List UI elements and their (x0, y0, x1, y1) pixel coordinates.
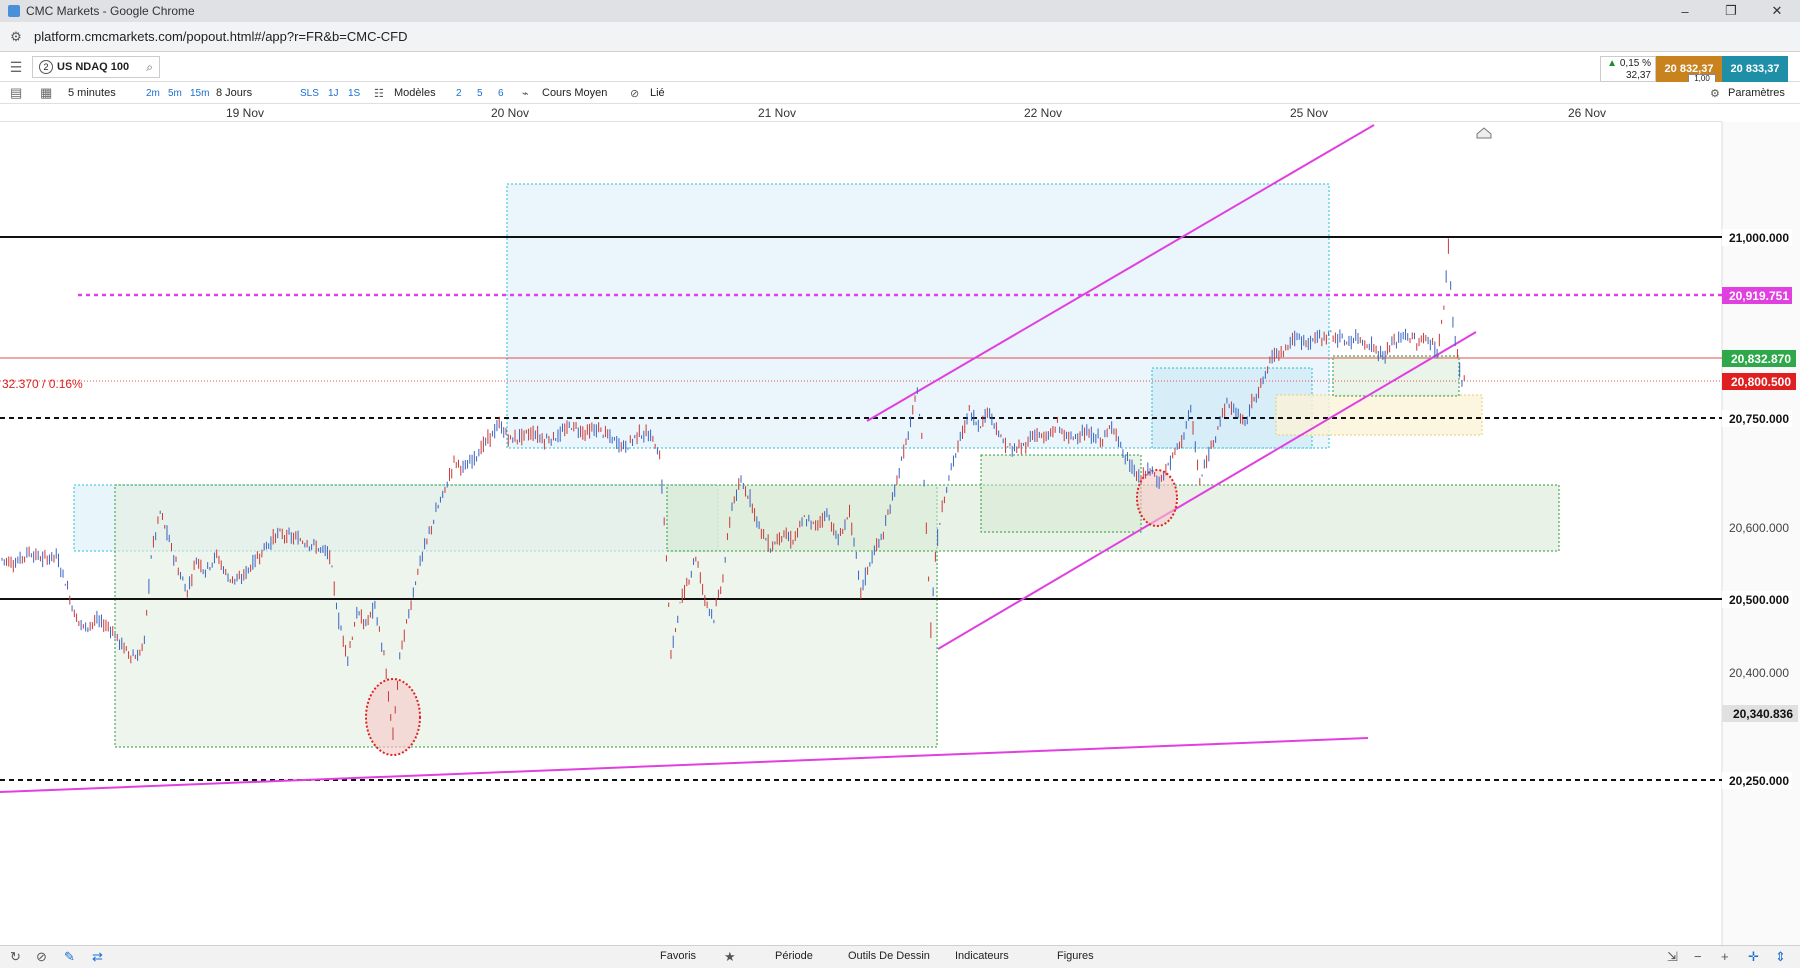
zoom-in-icon[interactable]: + (1721, 949, 1729, 964)
instrument-symbol: US NDAQ 100 (57, 61, 130, 73)
linked-toggle[interactable]: Lié (650, 82, 665, 104)
crosshair-tool-icon[interactable]: ⇲ (1667, 949, 1678, 965)
date-label: 22 Nov (1023, 106, 1063, 120)
price-chart[interactable]: 32.370 / 0.16% 21,000.000 20,919.751 20,… (0, 122, 1800, 945)
chrome-app-icon (8, 5, 20, 17)
window-controls: – ❐ ✕ (1662, 0, 1800, 22)
templates-button[interactable]: Modèles (394, 82, 436, 104)
tab-indicateurs[interactable]: Indicateurs (955, 950, 1009, 962)
bottom-toolbar: ↻ ⊘ ✎ ⇄ Favoris ★ Période Outils De Dess… (0, 945, 1800, 968)
window-titlebar: CMC Markets - Google Chrome – ❐ ✕ (0, 0, 1800, 22)
fit-icon[interactable]: ⇕ (1775, 949, 1786, 965)
zoom-out-icon[interactable]: − (1694, 949, 1702, 964)
address-bar[interactable]: ⚙ platform.cmcmarkets.com/popout.html#/a… (0, 22, 1800, 52)
star-icon[interactable]: ★ (724, 949, 736, 965)
price-type-icon[interactable]: ⌁ (522, 82, 529, 104)
search-icon[interactable]: ⌕ (146, 60, 153, 75)
date-label: 26 Nov (1567, 106, 1607, 120)
restore-icon[interactable]: ❐ (1708, 0, 1754, 22)
tab-favoris[interactable]: Favoris (660, 950, 696, 962)
layout-6[interactable]: 6 (498, 82, 504, 104)
list-view-icon[interactable]: ▤ (10, 82, 22, 104)
date-label: 21 Nov (757, 106, 797, 120)
instrument-selector[interactable]: 2 US NDAQ 100 ⌕ (32, 56, 160, 78)
url-text[interactable]: platform.cmcmarkets.com/popout.html#/app… (34, 29, 408, 44)
crosshair-icon[interactable]: ✛ (1748, 949, 1759, 965)
pencil-icon[interactable]: ✎ (64, 949, 75, 965)
instrument-badge: 2 (39, 60, 53, 74)
layout-5[interactable]: 5 (477, 82, 483, 104)
tab-figures[interactable]: Figures (1057, 950, 1094, 962)
zone-green-top (1332, 355, 1460, 397)
change-annotation: 32.370 / 0.16% (2, 377, 83, 391)
instrument-toolbar: ☰ 2 US NDAQ 100 ⌕ (0, 52, 1800, 82)
change-pct: 0,15 % (1619, 58, 1651, 69)
range-sls[interactable]: SLS (300, 82, 319, 104)
range-select[interactable]: 8 Jours (216, 82, 252, 104)
low-highlight-ellipse (365, 678, 421, 756)
interval-15m[interactable]: 15m (190, 82, 209, 104)
range-1s[interactable]: 1S (348, 82, 360, 104)
layout-2[interactable]: 2 (456, 82, 462, 104)
tab-outils-de-dessin[interactable]: Outils De Dessin (848, 950, 930, 962)
price-label-21000: 21,000.000 (1729, 231, 1789, 245)
zone-yellow (1275, 394, 1483, 436)
clear-icon[interactable]: ⊘ (36, 949, 47, 965)
swap-icon[interactable]: ⇄ (92, 949, 103, 965)
close-icon[interactable]: ✕ (1754, 0, 1800, 22)
price-label-current: 20,832.870 (1731, 352, 1791, 366)
window-title: CMC Markets - Google Chrome (26, 4, 195, 18)
price-tick-20400: 20,400.000 (1729, 666, 1789, 680)
refresh-icon[interactable]: ↻ (10, 949, 21, 965)
price-label-20750: 20,750.000 (1729, 412, 1789, 426)
price-type-select[interactable]: Cours Moyen (542, 82, 607, 104)
price-label-20340: 20,340.836 (1733, 707, 1793, 721)
price-label-20250: 20,250.000 (1729, 774, 1789, 788)
date-label: 20 Nov (490, 106, 530, 120)
date-label: 19 Nov (225, 106, 265, 120)
minimize-icon[interactable]: – (1662, 0, 1708, 22)
price-change: ▲ 0,15 % 32,37 (1600, 56, 1656, 82)
chart-canvas[interactable]: 32.370 / 0.16% 21,000.000 20,919.751 20,… (0, 122, 1800, 945)
date-label: 25 Nov (1289, 106, 1329, 120)
layout-grid-icon[interactable]: ▦ (40, 82, 52, 104)
templates-icon[interactable]: ☷ (374, 82, 384, 104)
interval-2m[interactable]: 2m (146, 82, 160, 104)
up-arrow-icon: ▲ (1607, 58, 1618, 69)
change-abs: 32,37 (1625, 70, 1651, 81)
hamburger-menu-icon[interactable]: ☰ (6, 58, 26, 76)
price-tick-20600: 20,600.000 (1729, 521, 1789, 535)
range-1j[interactable]: 1J (328, 82, 339, 104)
date-axis: 19 Nov 20 Nov 21 Nov 22 Nov 25 Nov 26 No… (0, 104, 1722, 122)
price-label-reference: 20,800.500 (1731, 375, 1791, 389)
buy-price-button[interactable]: 20 833,37 (1722, 56, 1788, 82)
interval-5m[interactable]: 5m (168, 82, 182, 104)
site-settings-icon[interactable]: ⚙ (4, 29, 28, 45)
chart-toolbar: ▤ ▦ 5 minutes 2m 5m 15m 8 Jours SLS 1J 1… (0, 82, 1800, 104)
tab-periode[interactable]: Période (775, 950, 813, 962)
interval-select[interactable]: 5 minutes (68, 82, 116, 104)
link-icon[interactable]: ⊘ (630, 82, 639, 104)
session-marker-icon[interactable] (1476, 127, 1492, 139)
settings-button[interactable]: Paramètres (1728, 82, 1785, 104)
price-label-20919: 20,919.751 (1729, 289, 1789, 303)
price-label-20500: 20,500.000 (1729, 593, 1789, 607)
zone-green-small (980, 454, 1142, 533)
settings-gear-icon[interactable]: ⚙ (1710, 82, 1720, 104)
